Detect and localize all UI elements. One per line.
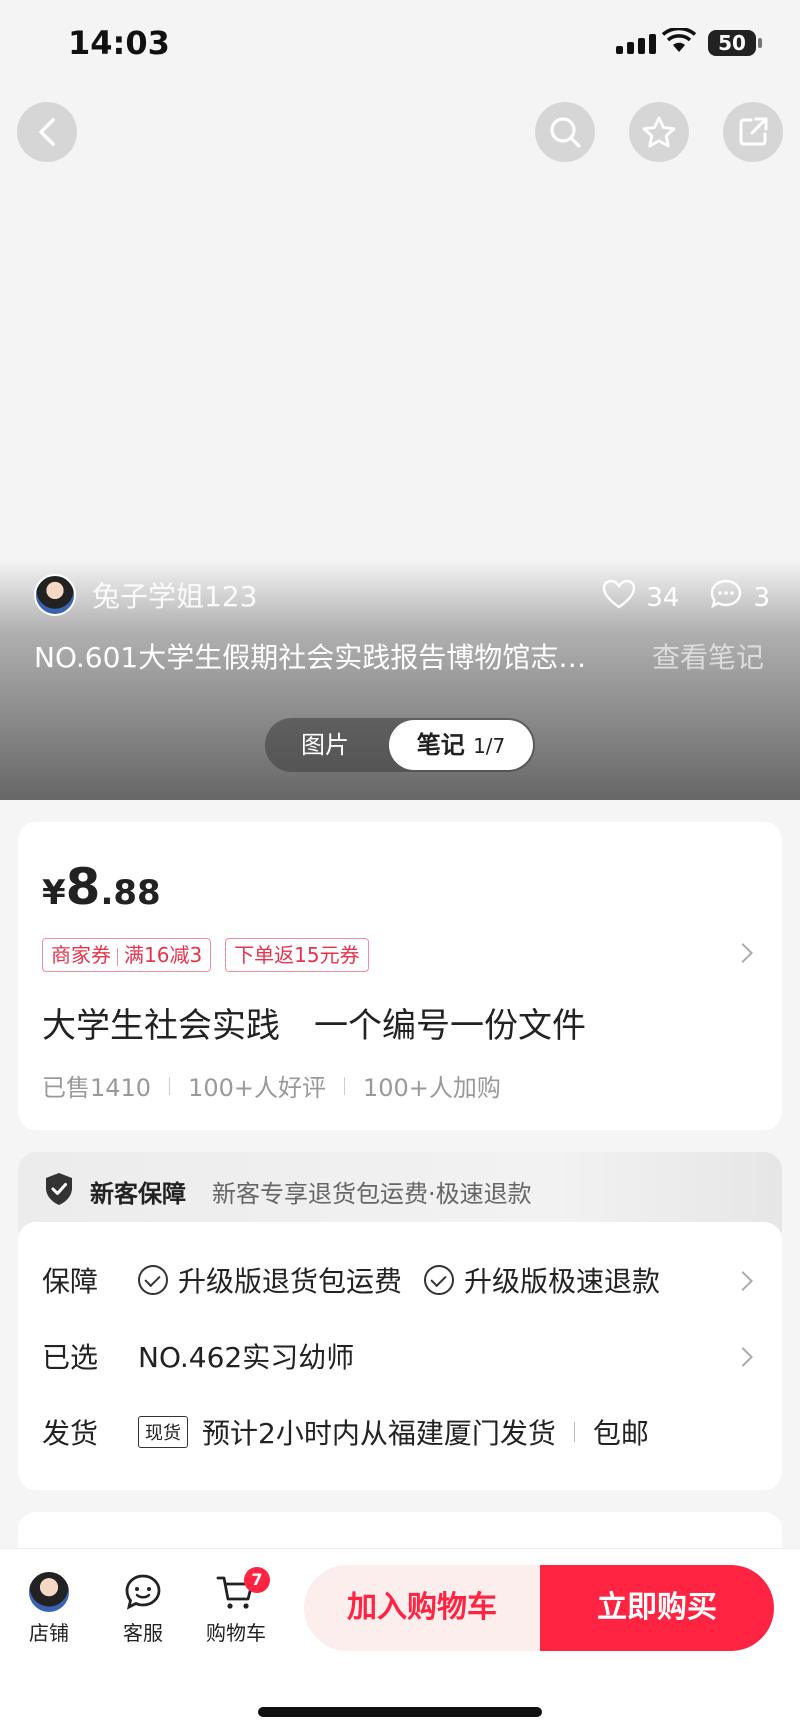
cashback-coupon[interactable]: 下单返15元券 [225, 938, 369, 972]
price-card: ¥8.88 商家券 满16减3 下单返15元券 大学生社会实践 一个编号一份文件 … [18, 822, 782, 1130]
shop-button[interactable]: 店铺 [9, 1567, 89, 1646]
cart-button[interactable]: 购物车 7 [196, 1567, 276, 1646]
check-circle-icon [424, 1265, 455, 1295]
home-indicator [258, 1707, 542, 1717]
ship-value: 预计2小时内从福建厦门发货 [202, 1417, 556, 1450]
shop-label: 店铺 [29, 1621, 69, 1645]
add-to-cart-count: 100+人加购 [363, 1074, 501, 1102]
chevron-right-icon[interactable] [733, 943, 753, 963]
note-author[interactable]: 兔子学姐123 [34, 574, 257, 616]
bottom-action-bar: 店铺 客服 购物车 7 加入购物车 立即购买 [0, 1548, 800, 1732]
search-icon [550, 117, 581, 148]
media-tab-switch: 图片 笔记 1/7 [265, 718, 535, 772]
selected-label: 已选 [42, 1341, 99, 1374]
service-label: 客服 [123, 1621, 163, 1645]
price-decimal: .88 [100, 873, 161, 913]
share-icon [739, 117, 768, 146]
shipping-row: 发货 现货 预计2小时内从福建厦门发货 包邮 [42, 1412, 649, 1452]
heart-icon[interactable] [602, 579, 636, 616]
guarantee-card: 保障 升级版退货包运费 升级版极速退款 已选 NO.462实习幼师 发货 现货 … [18, 1222, 782, 1490]
protect-item-return: 升级版退货包运费 [138, 1260, 402, 1300]
check-circle-icon [138, 1265, 168, 1295]
chat-icon [125, 1574, 161, 1610]
star-icon [642, 116, 676, 148]
sales-stats: 已售1410 100+人好评 100+人加购 [42, 1068, 501, 1103]
note-stats: 34 3 [602, 578, 770, 617]
cart-count-badge: 7 [244, 1567, 270, 1593]
shop-avatar [27, 1570, 71, 1614]
coupon-list[interactable]: 商家券 满16减3 下单返15元券 [42, 938, 369, 972]
signal-icon [616, 34, 656, 54]
protect-item-return-label: 升级版退货包运费 [178, 1265, 403, 1298]
price-currency: ¥ [42, 873, 66, 913]
wifi-icon [662, 28, 696, 52]
cart-label: 购物车 [206, 1621, 266, 1645]
battery-indicator: 50 [708, 30, 762, 56]
merchant-coupon-rule: 满16减3 [124, 943, 203, 967]
good-review-count: 100+人好评 [188, 1074, 326, 1102]
tab-images[interactable]: 图片 [265, 718, 385, 772]
comment-count: 3 [753, 582, 770, 613]
service-button[interactable]: 客服 [103, 1567, 183, 1646]
chevron-right-icon[interactable] [733, 1347, 753, 1367]
tab-notes-label: 笔记 [416, 731, 465, 759]
favorite-button[interactable] [629, 102, 689, 162]
view-note-link[interactable]: 查看笔记 [652, 636, 764, 676]
like-count: 34 [646, 582, 680, 613]
guarantee-desc: 新客专享退货包运费·极速退款 [212, 1180, 532, 1208]
merchant-coupon[interactable]: 商家券 满16减3 [42, 938, 212, 972]
author-avatar[interactable] [34, 574, 76, 616]
protect-item-refund: 升级版极速退款 [424, 1260, 660, 1300]
product-price: ¥8.88 [42, 858, 161, 916]
tab-notes-count: 1/7 [473, 734, 506, 758]
sold-count: 已售1410 [42, 1074, 152, 1102]
search-button[interactable] [535, 102, 595, 162]
comment-icon[interactable] [709, 578, 743, 617]
protect-row[interactable]: 保障 升级版退货包运费 升级版极速退款 [42, 1260, 682, 1300]
back-button[interactable] [17, 102, 77, 162]
free-shipping: 包邮 [592, 1417, 649, 1450]
note-title[interactable]: NO.601大学生假期社会实践报告博物馆志… [34, 636, 634, 676]
buy-now-button[interactable]: 立即购买 [540, 1565, 774, 1651]
price-integer: 8 [65, 858, 101, 916]
product-title: 大学生社会实践 一个编号一份文件 [42, 1006, 586, 1046]
add-to-cart-button[interactable]: 加入购物车 [304, 1565, 540, 1651]
protect-item-refund-label: 升级版极速退款 [464, 1265, 661, 1298]
ship-label: 发货 [42, 1417, 99, 1450]
new-customer-guarantee-banner[interactable]: 新客保障 新客专享退货包运费·极速退款 [18, 1152, 782, 1232]
status-time: 14:03 [68, 24, 170, 62]
in-stock-tag: 现货 [138, 1416, 188, 1448]
merchant-coupon-label: 商家券 [51, 943, 111, 967]
selected-variant-row[interactable]: 已选 NO.462实习幼师 [42, 1336, 354, 1376]
selected-value: NO.462实习幼师 [138, 1341, 355, 1374]
author-name[interactable]: 兔子学姐123 [92, 575, 257, 615]
chevron-left-icon [39, 118, 55, 146]
tab-notes[interactable]: 笔记 1/7 [389, 720, 533, 770]
status-bar: 14:03 50 [0, 0, 800, 90]
share-button[interactable] [723, 102, 783, 162]
shield-icon [46, 1173, 72, 1205]
guarantee-title: 新客保障 [90, 1180, 186, 1208]
protect-label: 保障 [42, 1265, 99, 1298]
chevron-right-icon[interactable] [733, 1271, 753, 1291]
